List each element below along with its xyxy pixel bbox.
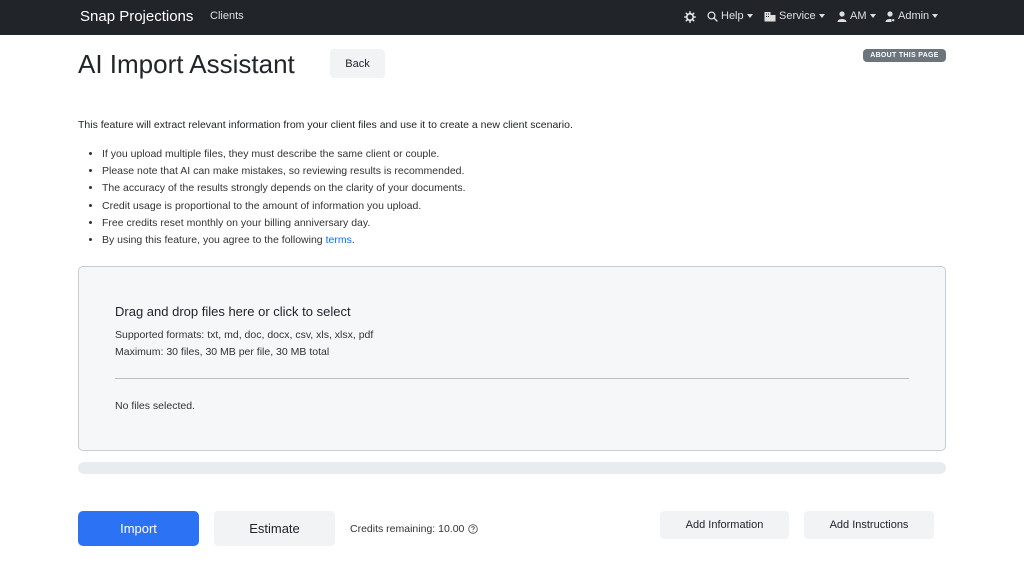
nav-clients-link[interactable]: Clients <box>210 10 244 22</box>
list-item: Credit usage is proportional to the amou… <box>102 199 466 216</box>
file-status-text: No files selected. <box>115 400 195 412</box>
intro-text: This feature will extract relevant infor… <box>78 119 573 131</box>
building-icon <box>764 11 776 21</box>
service-menu-label: Service <box>779 10 816 22</box>
user-menu-label: AM <box>850 10 867 22</box>
question-circle-icon[interactable] <box>468 524 479 534</box>
list-item: Please note that AI can make mistakes, s… <box>102 164 466 181</box>
supported-formats-text: Supported formats: txt, md, doc, docx, c… <box>115 329 374 341</box>
add-instructions-button[interactable]: Add Instructions <box>804 511 934 539</box>
help-menu[interactable]: Help <box>707 10 753 22</box>
user-menu[interactable]: AM <box>837 10 876 22</box>
dropzone-title: Drag and drop files here or click to sel… <box>115 304 351 319</box>
list-item: Free credits reset monthly on your billi… <box>102 216 466 233</box>
estimate-button[interactable]: Estimate <box>214 511 335 546</box>
credits-remaining: Credits remaining: 10.00 <box>350 523 479 535</box>
admin-menu-label: Admin <box>898 10 930 22</box>
search-icon <box>707 10 718 22</box>
add-information-button[interactable]: Add Information <box>660 511 789 539</box>
help-menu-label: Help <box>721 10 744 22</box>
feature-notes-list: If you upload multiple files, they must … <box>90 147 466 250</box>
about-this-page-badge[interactable]: ABOUT THIS PAGE <box>863 49 946 62</box>
file-dropzone[interactable]: Drag and drop files here or click to sel… <box>78 266 946 451</box>
list-item: By using this feature, you agree to the … <box>102 233 466 250</box>
chevron-down-icon <box>818 14 825 18</box>
import-button[interactable]: Import <box>78 511 199 546</box>
chevron-down-icon <box>869 14 876 18</box>
back-button[interactable]: Back <box>330 49 385 78</box>
gear-icon <box>684 11 696 23</box>
person-icon <box>837 10 847 22</box>
list-item: If you upload multiple files, they must … <box>102 147 466 164</box>
admin-menu[interactable]: Admin <box>885 10 939 22</box>
chevron-down-icon <box>746 14 753 18</box>
terms-suffix: . <box>351 233 355 246</box>
admin-person-icon <box>885 10 895 22</box>
credits-remaining-text: Credits remaining: 10.00 <box>350 523 465 535</box>
top-navbar: Snap Projections Clients Help Service AM… <box>0 0 1024 35</box>
terms-link[interactable]: terms <box>326 234 352 246</box>
dropzone-divider <box>115 378 909 379</box>
chevron-down-icon <box>932 14 939 18</box>
list-item: The accuracy of the results strongly dep… <box>102 181 466 198</box>
settings-button[interactable] <box>684 11 699 23</box>
terms-prefix: By using this feature, you agree to the … <box>102 233 326 246</box>
maximum-limits-text: Maximum: 30 files, 30 MB per file, 30 MB… <box>115 346 330 358</box>
upload-progress-bar <box>78 462 946 474</box>
brand-link[interactable]: Snap Projections <box>80 8 193 25</box>
service-menu[interactable]: Service <box>764 10 825 22</box>
page-title: AI Import Assistant <box>78 49 295 79</box>
